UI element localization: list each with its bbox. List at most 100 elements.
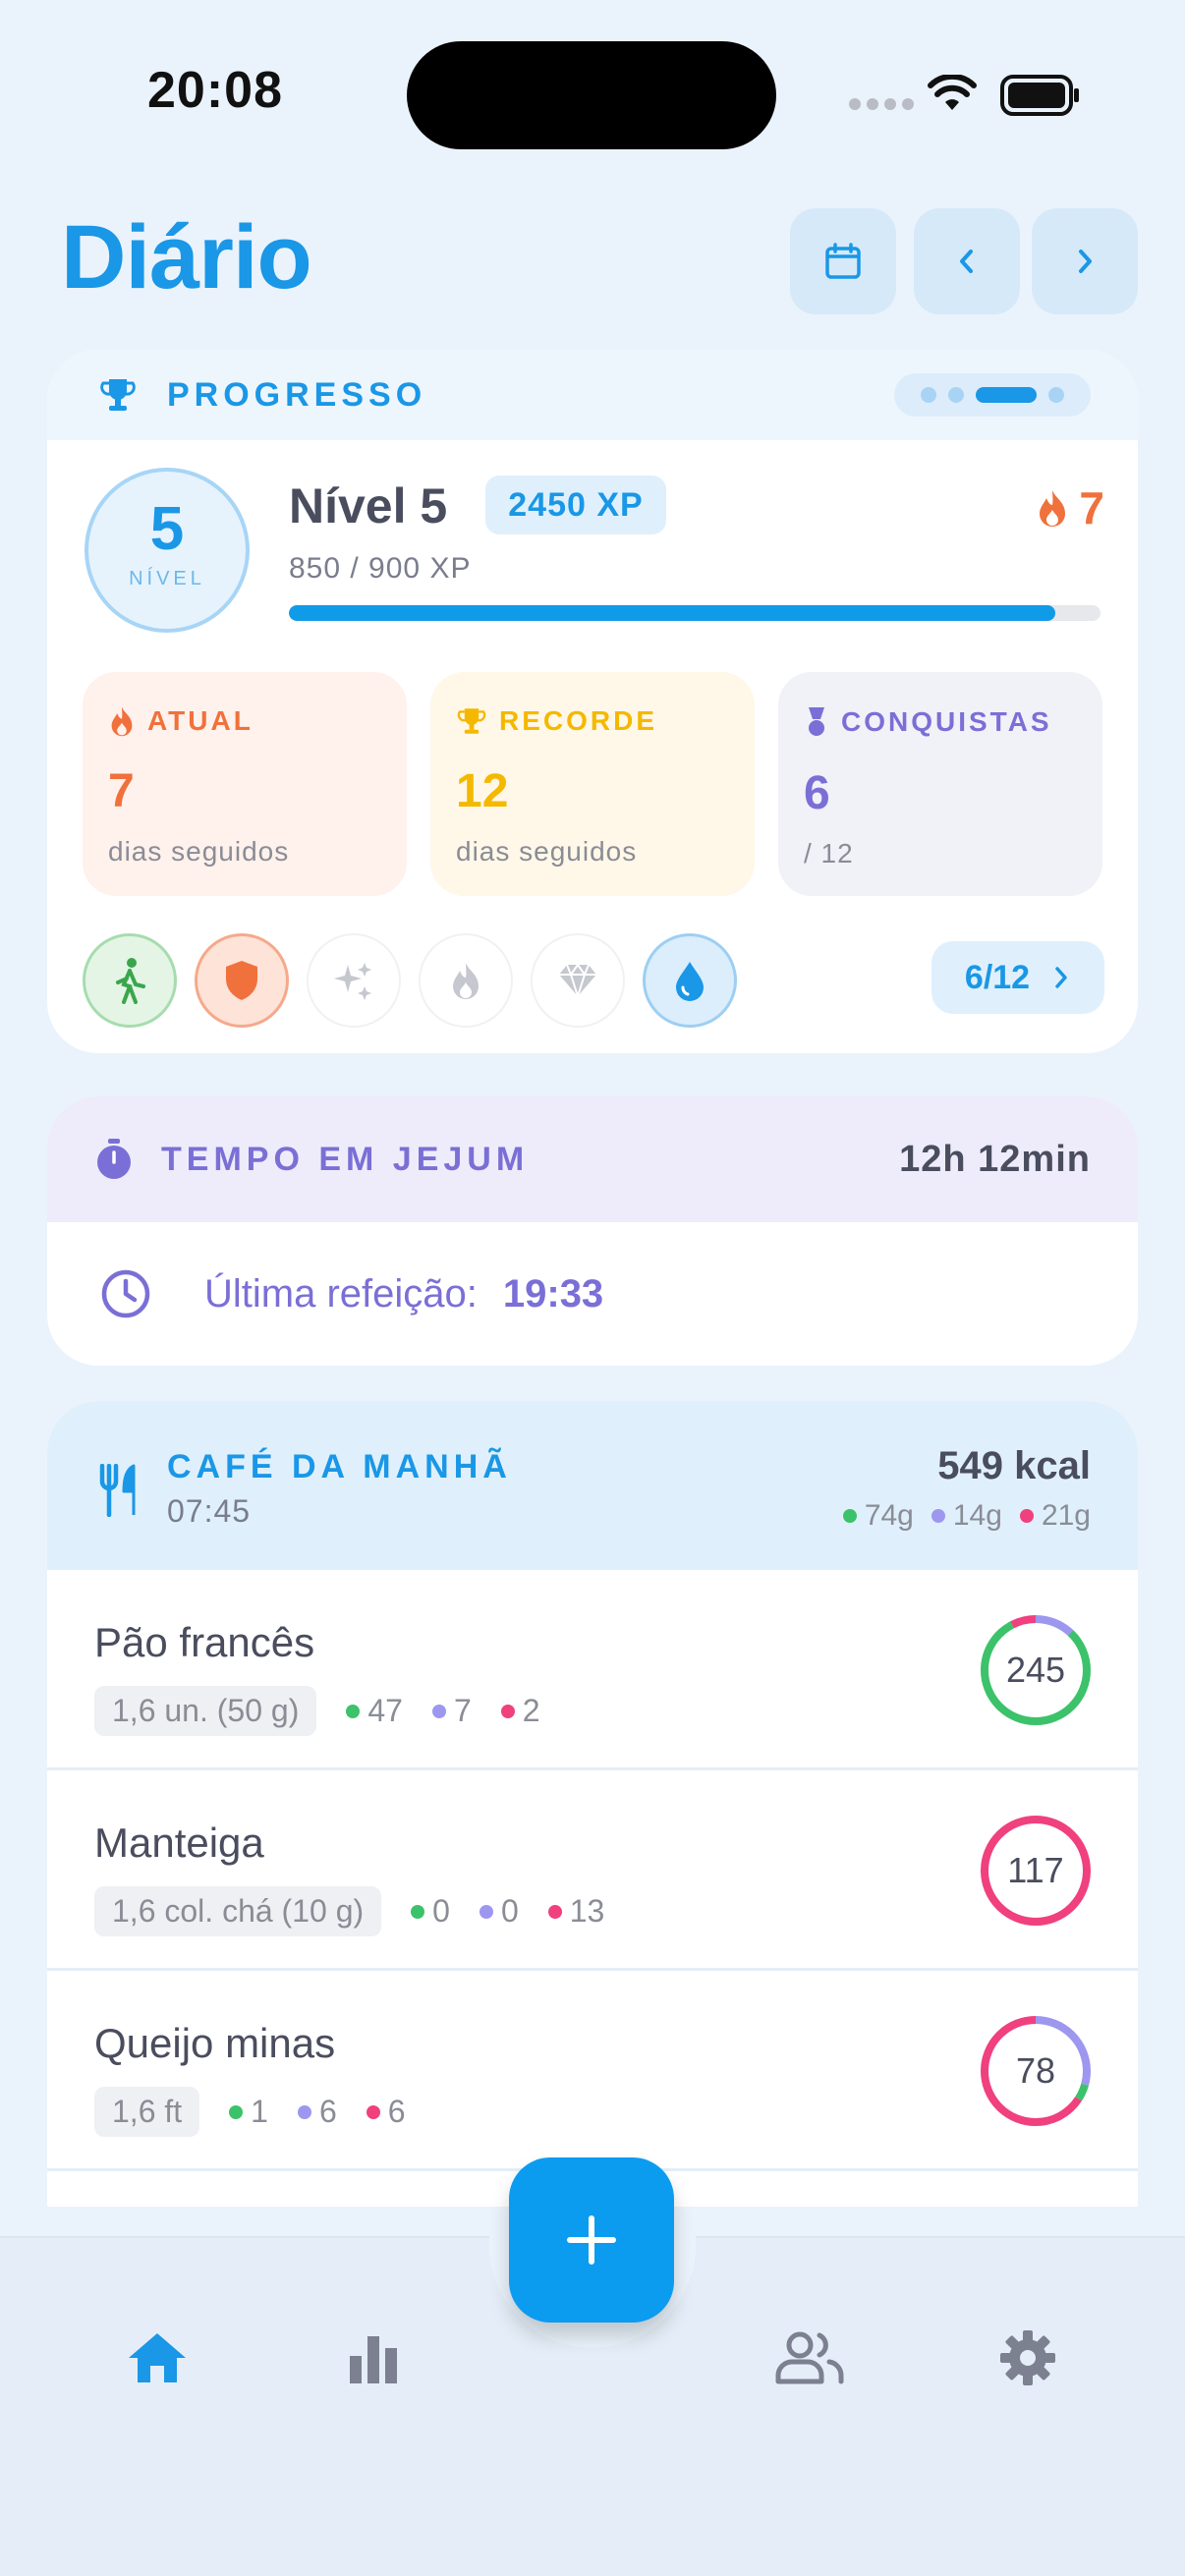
xp-badge: 2450 XP bbox=[485, 476, 666, 534]
food-carbs: 47 bbox=[367, 1693, 403, 1728]
battery-icon bbox=[1000, 75, 1079, 116]
stat-value: 6 bbox=[804, 767, 830, 819]
fasting-card[interactable]: TEMPO EM JEJUM 12h 12min Última refeição… bbox=[47, 1096, 1138, 1366]
food-fat: 2 bbox=[522, 1693, 540, 1728]
level-circle: 5 NÍVEL bbox=[85, 468, 250, 633]
meal-time: 07:45 bbox=[167, 1493, 252, 1529]
gear-icon bbox=[1000, 2330, 1055, 2385]
trophy-icon bbox=[457, 708, 486, 734]
level-number: 5 bbox=[149, 495, 185, 563]
calendar-icon bbox=[825, 243, 861, 279]
food-carbs: 1 bbox=[251, 2094, 268, 2129]
stat-value: 12 bbox=[456, 765, 509, 817]
last-meal-time: 19:33 bbox=[502, 1271, 604, 1316]
food-kcal: 117 bbox=[1007, 1850, 1064, 1890]
stopwatch-icon bbox=[97, 1139, 131, 1179]
home-icon bbox=[129, 2333, 186, 2382]
meal-macros: 74g 14g 21g bbox=[842, 1499, 1091, 1533]
achievements-count: 6/12 bbox=[964, 958, 1031, 996]
food-meta: 1,6 un. (50 g) 47 7 2 bbox=[94, 1686, 540, 1736]
flame-icon bbox=[111, 706, 133, 737]
badge-sparkles[interactable] bbox=[307, 933, 401, 1028]
trophy-icon bbox=[100, 379, 136, 411]
food-carbs: 0 bbox=[432, 1893, 450, 1929]
stat-label: RECORDE bbox=[499, 705, 658, 736]
bar-chart-icon bbox=[350, 2336, 397, 2383]
stat-label: CONQUISTAS bbox=[841, 706, 1052, 737]
stat-value: 7 bbox=[108, 765, 135, 817]
fasting-header: TEMPO EM JEJUM 12h 12min bbox=[47, 1096, 1138, 1222]
food-protein: 0 bbox=[500, 1893, 519, 1929]
nav-community[interactable] bbox=[770, 2319, 849, 2397]
food-portion: 1,6 un. (50 g) bbox=[94, 1686, 317, 1736]
food-portion: 1,6 ft bbox=[94, 2087, 200, 2137]
chevron-left-icon bbox=[960, 250, 973, 273]
food-row[interactable]: Queijo minas 1,6 ft 1 6 6 78 bbox=[47, 1971, 1138, 2171]
food-protein: 7 bbox=[453, 1693, 472, 1728]
meal-kcal: 549 kcal bbox=[937, 1444, 1091, 1487]
badge-water[interactable] bbox=[643, 933, 737, 1028]
status-time: 20:08 bbox=[147, 62, 283, 119]
xp-progress-text: 850 / 900 XP bbox=[289, 552, 472, 585]
food-name: Manteiga bbox=[94, 1820, 264, 1866]
walking-icon bbox=[116, 958, 145, 1004]
fasting-duration: 12h 12min bbox=[899, 1138, 1091, 1180]
level-title: Nível 5 bbox=[289, 478, 448, 533]
stat-sub: / 12 bbox=[804, 838, 854, 868]
wifi-icon bbox=[928, 75, 977, 110]
fasting-label: TEMPO EM JEJUM bbox=[161, 1140, 530, 1178]
medal-icon bbox=[809, 707, 824, 736]
food-portion: 1,6 col. chá (10 g) bbox=[94, 1886, 382, 1936]
food-meta: 1,6 ft 1 6 6 bbox=[94, 2087, 406, 2137]
page-title: Diário bbox=[61, 207, 312, 308]
nav-settings[interactable] bbox=[988, 2319, 1067, 2397]
stat-achievements: CONQUISTAS 6 / 12 bbox=[778, 672, 1102, 896]
xp-progress-fill bbox=[289, 605, 1055, 621]
diamond-icon bbox=[559, 963, 596, 998]
food-fat: 6 bbox=[387, 2094, 406, 2129]
last-meal-row: Última refeição: 19:33 bbox=[47, 1222, 1138, 1366]
signal-icon bbox=[849, 98, 914, 110]
progress-pager[interactable] bbox=[894, 373, 1091, 417]
clock-icon bbox=[101, 1269, 150, 1318]
next-day-button[interactable] bbox=[1032, 208, 1138, 314]
achievements-count-button[interactable]: 6/12 bbox=[931, 941, 1104, 1014]
chevron-right-icon bbox=[1079, 250, 1092, 273]
food-kcal: 78 bbox=[1015, 2050, 1056, 2091]
food-protein: 6 bbox=[318, 2094, 337, 2129]
chevron-right-icon bbox=[1055, 967, 1067, 988]
meal-header[interactable]: CAFÉ DA MANHÃ 07:45 549 kcal 74g 14g 21g bbox=[47, 1401, 1138, 1570]
meal-protein: 14g bbox=[952, 1499, 1002, 1532]
previous-day-button[interactable] bbox=[914, 208, 1020, 314]
badge-diamond[interactable] bbox=[531, 933, 625, 1028]
sparkles-icon bbox=[334, 963, 371, 1000]
meal-fat: 21g bbox=[1041, 1499, 1091, 1532]
dynamic-island bbox=[407, 41, 776, 149]
badge-walker[interactable] bbox=[83, 933, 177, 1028]
calendar-button[interactable] bbox=[790, 208, 896, 314]
streak-indicator: 7 bbox=[1036, 481, 1104, 534]
stat-sub: dias seguidos bbox=[456, 836, 638, 867]
food-row[interactable]: Pão francês 1,6 un. (50 g) 47 7 2 245 bbox=[47, 1570, 1138, 1770]
stat-label: ATUAL bbox=[147, 705, 254, 736]
progress-header: PROGRESSO bbox=[47, 350, 1138, 440]
nav-stats[interactable] bbox=[334, 2319, 413, 2397]
xp-progress-bar bbox=[289, 605, 1100, 621]
stat-record: RECORDE 12 dias seguidos bbox=[430, 672, 755, 896]
food-fat: 13 bbox=[569, 1893, 605, 1929]
food-name: Pão francês bbox=[94, 1619, 315, 1665]
meal-carbs: 74g bbox=[864, 1499, 914, 1532]
level-caption: NÍVEL bbox=[129, 568, 205, 589]
nav-home[interactable] bbox=[118, 2319, 197, 2397]
badge-flame[interactable] bbox=[419, 933, 513, 1028]
meal-name: CAFÉ DA MANHÃ bbox=[167, 1448, 512, 1485]
food-row[interactable]: Manteiga 1,6 col. chá (10 g) 0 0 13 117 bbox=[47, 1770, 1138, 1971]
add-food-button[interactable] bbox=[509, 2157, 674, 2323]
progress-label: PROGRESSO bbox=[167, 375, 427, 414]
users-icon bbox=[775, 2331, 844, 2384]
badge-shield[interactable] bbox=[195, 933, 289, 1028]
streak-count: 7 bbox=[1079, 482, 1104, 533]
food-name: Queijo minas bbox=[94, 2020, 336, 2066]
meal-card-breakfast: CAFÉ DA MANHÃ 07:45 549 kcal 74g 14g 21g… bbox=[47, 1401, 1138, 2207]
water-drop-icon bbox=[676, 962, 704, 1001]
